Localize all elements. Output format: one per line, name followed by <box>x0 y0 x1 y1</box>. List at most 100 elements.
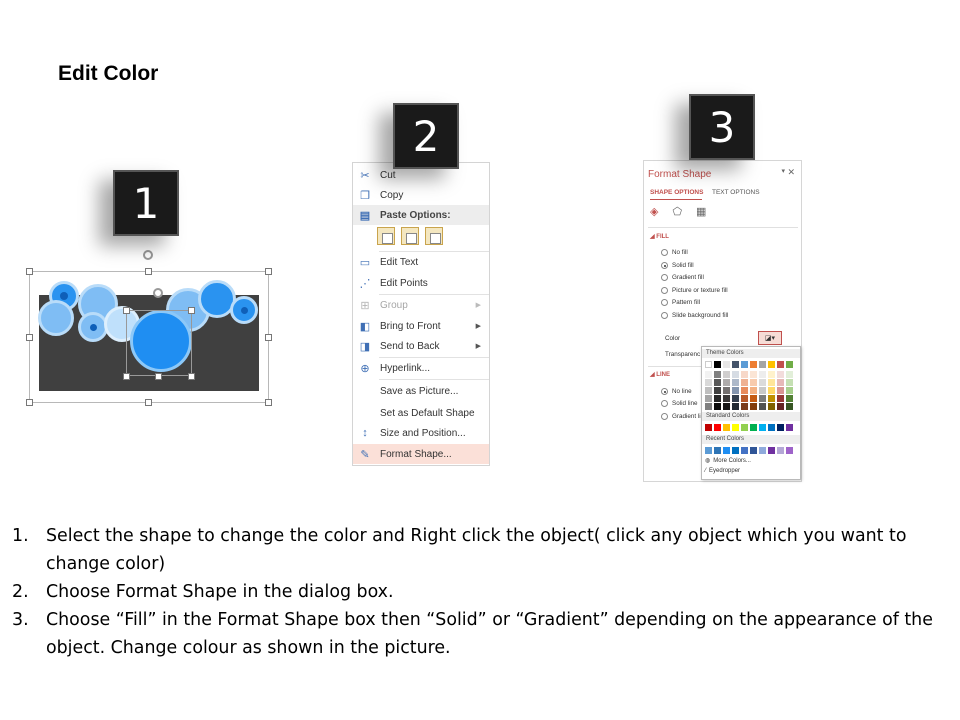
paste-picture-icon[interactable] <box>425 227 443 245</box>
color-swatch[interactable] <box>777 379 784 386</box>
menu-item-hyperlink[interactable]: ⊕ Hyperlink... <box>353 358 489 378</box>
resize-handle[interactable] <box>145 399 152 406</box>
color-swatch[interactable] <box>732 395 739 402</box>
menu-item-size-position[interactable]: ↕ Size and Position... <box>353 423 489 443</box>
color-swatch[interactable] <box>777 361 784 368</box>
color-swatch[interactable] <box>723 379 730 386</box>
color-swatch[interactable] <box>750 361 757 368</box>
color-swatch[interactable] <box>750 424 757 431</box>
color-swatch[interactable] <box>732 403 739 410</box>
color-swatch[interactable] <box>786 447 793 454</box>
color-swatch[interactable] <box>732 361 739 368</box>
color-swatch[interactable] <box>705 424 712 431</box>
color-swatch[interactable] <box>741 447 748 454</box>
pane-options-icon[interactable]: ▾ <box>781 167 785 175</box>
tab-text-options[interactable]: TEXT OPTIONS <box>712 189 760 196</box>
color-swatch[interactable] <box>768 395 775 402</box>
resize-handle[interactable] <box>155 373 162 380</box>
color-swatch[interactable] <box>732 371 739 378</box>
color-swatch[interactable] <box>777 403 784 410</box>
resize-handle[interactable] <box>145 268 152 275</box>
resize-handle[interactable] <box>265 268 272 275</box>
color-swatch[interactable] <box>759 395 766 402</box>
color-swatch[interactable] <box>786 387 793 394</box>
color-swatch[interactable] <box>741 379 748 386</box>
color-swatch[interactable] <box>777 395 784 402</box>
resize-handle[interactable] <box>188 373 195 380</box>
resize-handle[interactable] <box>123 307 130 314</box>
color-swatch[interactable] <box>759 387 766 394</box>
rotate-handle-icon[interactable] <box>143 250 153 260</box>
resize-handle[interactable] <box>26 334 33 341</box>
close-icon[interactable]: ✕ <box>787 167 795 178</box>
eyedropper-link[interactable]: ⁄ Eyedropper <box>705 468 740 474</box>
color-swatch[interactable] <box>759 424 766 431</box>
color-swatch[interactable] <box>714 387 721 394</box>
color-swatch[interactable] <box>705 379 712 386</box>
color-swatch[interactable] <box>714 447 721 454</box>
color-swatch[interactable] <box>786 379 793 386</box>
color-swatch[interactable] <box>723 403 730 410</box>
size-properties-icon[interactable]: ▦ <box>696 205 706 218</box>
rotate-handle-icon[interactable] <box>153 288 163 298</box>
color-swatch[interactable] <box>759 403 766 410</box>
color-swatch[interactable] <box>759 379 766 386</box>
shape-illustration[interactable] <box>26 250 274 408</box>
resize-handle[interactable] <box>123 373 130 380</box>
color-swatch[interactable] <box>714 424 721 431</box>
color-swatch[interactable] <box>723 395 730 402</box>
radio-pattern-fill[interactable]: Pattern fill <box>661 299 700 306</box>
color-swatch[interactable] <box>786 395 793 402</box>
color-swatch[interactable] <box>705 395 712 402</box>
color-swatch[interactable] <box>777 447 784 454</box>
menu-item-edit-text[interactable]: ▭ Edit Text <box>353 252 489 272</box>
resize-handle[interactable] <box>265 334 272 341</box>
color-swatch[interactable] <box>741 361 748 368</box>
color-swatch[interactable] <box>732 379 739 386</box>
color-swatch[interactable] <box>714 361 721 368</box>
effects-icon[interactable]: ⬠ <box>672 205 682 218</box>
color-swatch[interactable] <box>786 371 793 378</box>
color-swatch[interactable] <box>768 447 775 454</box>
radio-picture-fill[interactable]: Picture or texture fill <box>661 287 728 294</box>
radio-solid-line[interactable]: Solid line <box>661 400 698 407</box>
color-swatch[interactable] <box>786 361 793 368</box>
color-swatch[interactable] <box>750 371 757 378</box>
color-swatch[interactable] <box>723 424 730 431</box>
color-swatch[interactable] <box>786 424 793 431</box>
line-section-header[interactable]: ◢ LINE <box>650 371 670 378</box>
color-swatch[interactable] <box>750 379 757 386</box>
radio-no-line[interactable]: No line <box>661 388 692 395</box>
color-swatch[interactable] <box>741 395 748 402</box>
menu-item-bring-to-front[interactable]: ◧ Bring to Front ▶ <box>353 316 489 336</box>
color-swatch[interactable] <box>750 403 757 410</box>
menu-item-edit-points[interactable]: ⋰ Edit Points <box>353 273 489 293</box>
color-swatch[interactable] <box>723 447 730 454</box>
color-swatch[interactable] <box>705 361 712 368</box>
color-swatch[interactable] <box>714 395 721 402</box>
color-swatch[interactable] <box>741 371 748 378</box>
radio-no-fill[interactable]: No fill <box>661 249 688 256</box>
color-swatch[interactable] <box>741 387 748 394</box>
resize-handle[interactable] <box>188 307 195 314</box>
color-swatch[interactable] <box>705 371 712 378</box>
color-swatch[interactable] <box>714 371 721 378</box>
color-swatch[interactable] <box>741 424 748 431</box>
color-swatch[interactable] <box>705 447 712 454</box>
fill-section-header[interactable]: ◢ FILL <box>650 233 669 240</box>
color-swatch[interactable] <box>759 447 766 454</box>
color-swatch[interactable] <box>723 371 730 378</box>
menu-item-set-default-shape[interactable]: Set as Default Shape <box>353 403 489 423</box>
resize-handle[interactable] <box>26 399 33 406</box>
color-swatch[interactable] <box>777 387 784 394</box>
radio-gradient-fill[interactable]: Gradient fill <box>661 274 704 281</box>
resize-handle[interactable] <box>265 399 272 406</box>
circle-shape[interactable] <box>230 296 258 324</box>
menu-item-copy[interactable]: ❐ Copy <box>353 185 489 205</box>
menu-item-format-shape[interactable]: ✎ Format Shape... <box>353 444 489 464</box>
color-swatch[interactable] <box>732 447 739 454</box>
menu-item-send-to-back[interactable]: ◨ Send to Back ▶ <box>353 336 489 356</box>
more-colors-link[interactable]: ◍ More Colors... <box>705 457 751 465</box>
fill-line-icon[interactable]: ◈ <box>650 205 658 218</box>
color-swatch[interactable] <box>759 361 766 368</box>
